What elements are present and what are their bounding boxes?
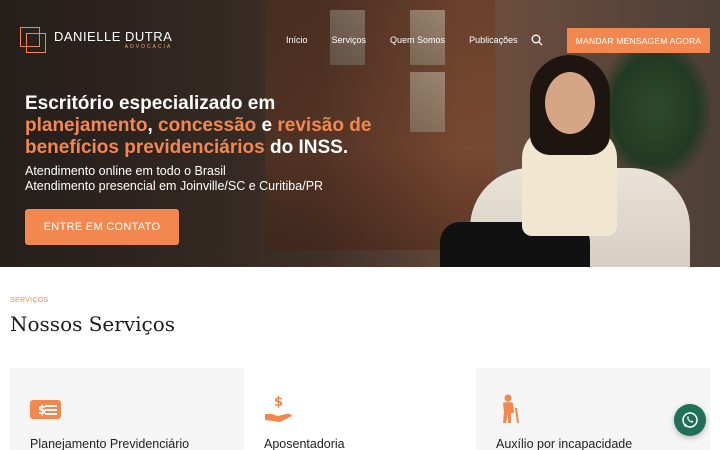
nav-item-quem-somos[interactable]: Quem Somos [390,35,445,45]
logo-text: DANIELLE DUTRA ADVOCACIA [54,30,172,50]
brand-sub: ADVOCACIA [124,44,173,50]
headline-sep: , [147,115,159,136]
hero-headline: Escritório especializado em planejamento… [25,93,445,159]
service-card-aposentadoria[interactable]: $ Aposentadoria [244,368,476,450]
send-message-button[interactable]: MANDAR MENSAGEM AGORA [567,28,710,53]
headline-tail: do INSS. [264,137,349,158]
svg-text:$: $ [274,395,283,410]
hero-photo-person [545,72,595,134]
person-cane-icon [503,394,519,423]
service-label: Auxílio por incapacidade [496,437,633,450]
headline-line1: Escritório especializado em [25,93,276,114]
contact-button[interactable]: ENTRE EM CONTATO [25,209,179,245]
headline-sep: e [256,115,278,136]
brand-name: DANIELLE DUTRA [54,29,173,44]
main-nav: Início Serviços Quem Somos Publicações [286,35,542,45]
nav-item-inicio[interactable]: Início [286,35,308,45]
hand-money-icon: $ [265,395,292,422]
nav-item-servicos[interactable]: Serviços [332,35,367,45]
hero-sub-online: Atendimento online em todo o Brasil [25,164,226,178]
nav-item-publicacoes[interactable]: Publicações [469,35,518,45]
whatsapp-button[interactable] [674,404,706,436]
headline-highlight-planejamento: planejamento [25,115,148,136]
headline-highlight-concessao: concessão [158,115,257,136]
hero-subtitle: Atendimento online em todo o Brasil Aten… [25,164,323,194]
hero-sub-presencial: Atendimento presencial em Joinville/SC e… [25,179,324,193]
section-title: Nossos Serviços [10,312,176,336]
money-list-icon: $ [30,400,61,419]
logo-mark-icon [20,27,46,53]
brand-logo[interactable]: DANIELLE DUTRA ADVOCACIA [20,27,172,53]
service-label: Planejamento Previdenciário [30,437,190,450]
service-card-auxilio[interactable]: Auxílio por incapacidade [476,368,710,450]
whatsapp-icon [682,412,698,428]
service-card-planejamento[interactable]: $ Planejamento Previdenciário [10,368,244,450]
service-label: Aposentadoria [264,437,345,450]
services-cards: $ Planejamento Previdenciário $ Aposenta… [10,368,710,450]
search-icon[interactable] [531,34,543,46]
section-eyebrow: SERVIÇOS [10,297,49,304]
